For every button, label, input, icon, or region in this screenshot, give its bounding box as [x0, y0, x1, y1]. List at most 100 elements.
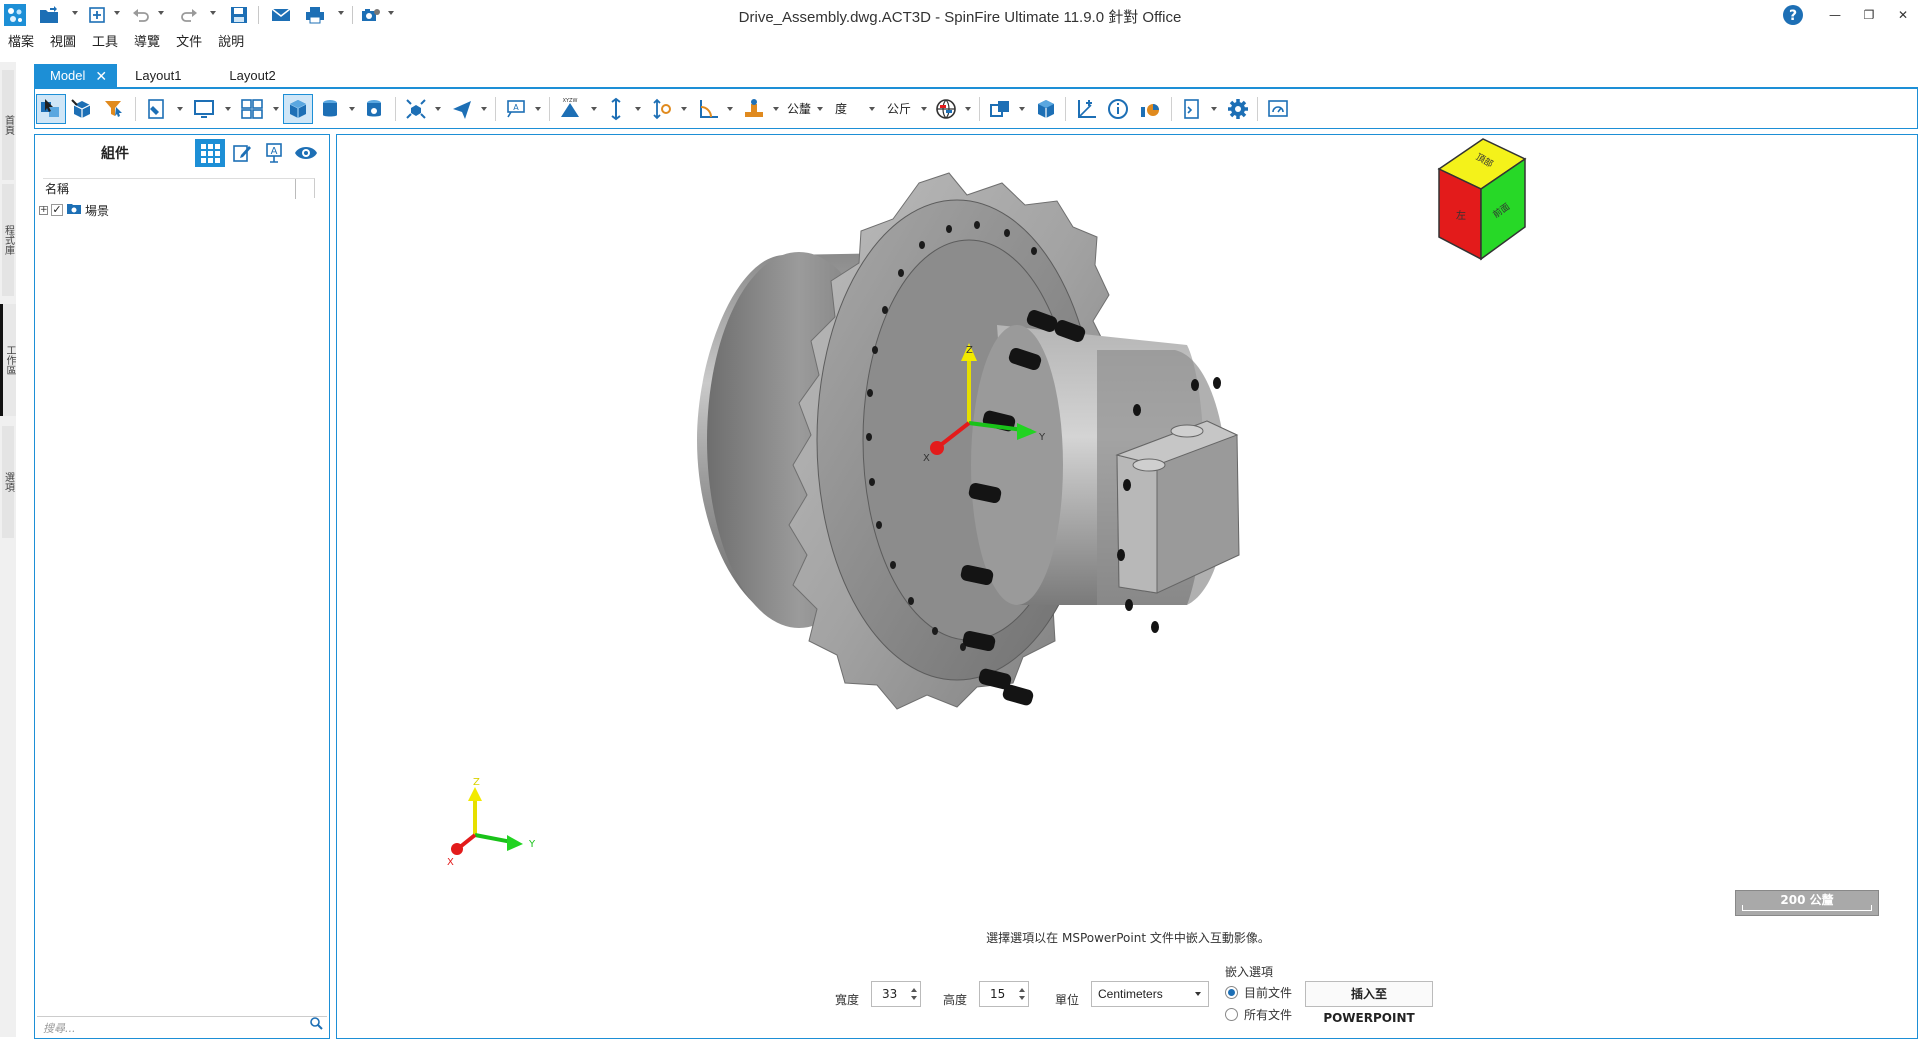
redo-icon[interactable] [176, 3, 202, 27]
coordinate-icon[interactable] [1071, 94, 1101, 124]
settings-cylinder-icon[interactable] [359, 94, 389, 124]
grid-view-icon[interactable] [195, 139, 225, 167]
camera-settings-icon[interactable] [358, 3, 384, 27]
radio-all-documents[interactable]: 所有文件 [1225, 1005, 1292, 1023]
column-resize-handle[interactable] [295, 179, 296, 199]
settings-gear-icon[interactable] [1223, 94, 1253, 124]
redo-dropdown-icon[interactable] [210, 11, 216, 15]
new-dropdown-icon[interactable] [114, 11, 120, 15]
tab-layout1[interactable]: Layout1 [117, 64, 205, 88]
annotation-dropdown-icon[interactable] [535, 107, 541, 111]
compare-icon[interactable] [985, 94, 1015, 124]
script-icon[interactable] [1177, 94, 1207, 124]
model-render[interactable]: Z Y X 頂部 左 前面 Z Y X [337, 135, 1918, 1039]
height-stepper[interactable]: 15 [979, 981, 1029, 1007]
angle-unit-dropdown-icon[interactable] [869, 107, 875, 111]
save-icon[interactable] [226, 3, 252, 27]
section-dropdown-icon[interactable] [591, 107, 597, 111]
search-icon[interactable] [309, 1016, 323, 1034]
side-tab-options[interactable]: 選項 [2, 426, 14, 538]
width-increment-icon[interactable] [911, 988, 917, 992]
column-header-name[interactable]: 名稱 [43, 178, 315, 199]
new-file-icon[interactable] [84, 3, 110, 27]
info-icon[interactable] [1103, 94, 1133, 124]
height-increment-icon[interactable] [1019, 988, 1025, 992]
undo-dropdown-icon[interactable] [158, 11, 164, 15]
measure-distance-icon[interactable] [601, 94, 631, 124]
menu-help[interactable]: 說明 [210, 32, 252, 54]
menu-file[interactable]: 檔案 [0, 32, 42, 54]
visibility-checkbox[interactable]: ✓ [51, 204, 63, 216]
part-select-icon[interactable] [67, 94, 97, 124]
dashboard-icon[interactable] [1263, 94, 1293, 124]
viewports-icon[interactable] [237, 94, 267, 124]
paint-icon[interactable] [141, 94, 171, 124]
tab-model[interactable]: Model ✕ [34, 64, 118, 88]
select-mode-icon[interactable] [36, 94, 66, 124]
angle-unit-label[interactable]: 度 [835, 100, 847, 117]
menu-tools[interactable]: 工具 [84, 32, 126, 54]
script-dropdown-icon[interactable] [1211, 107, 1217, 111]
minimize-button[interactable]: — [1820, 4, 1850, 26]
edit-icon[interactable] [227, 139, 257, 167]
unit-select[interactable]: Centimeters [1091, 981, 1209, 1007]
width-decrement-icon[interactable] [911, 996, 917, 1000]
cylinder-dropdown-icon[interactable] [349, 107, 355, 111]
explode-dropdown-icon[interactable] [435, 107, 441, 111]
open-dropdown-icon[interactable] [72, 11, 78, 15]
paint-dropdown-icon[interactable] [177, 107, 183, 111]
viewports-dropdown-icon[interactable] [273, 107, 279, 111]
package-icon[interactable] [1031, 94, 1061, 124]
insert-powerpoint-button[interactable]: 插入至 POWERPOINT [1305, 981, 1433, 1025]
compare-dropdown-icon[interactable] [1019, 107, 1025, 111]
view-cube[interactable]: 頂部 左 前面 [1437, 138, 1527, 261]
cylinder-icon[interactable] [315, 94, 345, 124]
tab-layout2[interactable]: Layout2 [205, 64, 293, 88]
measure-point-dropdown-icon[interactable] [681, 107, 687, 111]
close-icon[interactable]: ✕ [95, 64, 107, 88]
side-tab-workspace[interactable]: 工作區 [0, 304, 16, 416]
flythrough-dropdown-icon[interactable] [481, 107, 487, 111]
measure-dropdown-icon[interactable] [635, 107, 641, 111]
mass-unit-label[interactable]: 公斤 [887, 100, 911, 117]
radio-current-document[interactable]: 目前文件 [1225, 983, 1292, 1001]
tree-item-scene[interactable]: + ✓ 場景 [39, 201, 109, 219]
side-tab-library[interactable]: 程式庫 [2, 184, 14, 296]
mass-properties-icon[interactable] [739, 94, 769, 124]
globe-unit-icon[interactable] [931, 94, 961, 124]
length-unit-dropdown-icon[interactable] [817, 107, 823, 111]
view-cube-front-label[interactable]: 左 [1456, 209, 1466, 222]
3d-viewport[interactable]: Z Y X 頂部 左 前面 Z Y X 200 公釐 選擇選項以在 MSPowe… [336, 134, 1918, 1039]
mass-unit-dropdown-icon[interactable] [921, 107, 927, 111]
print-icon[interactable] [302, 3, 328, 27]
camera-dropdown-icon[interactable] [388, 11, 394, 15]
display-mode-icon[interactable] [189, 94, 219, 124]
restore-button[interactable]: ❐ [1854, 4, 1884, 26]
close-button[interactable]: ✕ [1888, 4, 1918, 26]
side-tab-home[interactable]: 首頁 [2, 70, 14, 180]
menu-navigate[interactable]: 導覽 [126, 32, 168, 54]
chevron-down-icon[interactable] [1195, 992, 1201, 996]
explode-icon[interactable] [401, 94, 431, 124]
annotation-icon[interactable]: A [501, 94, 531, 124]
measure-angle-icon[interactable] [693, 94, 723, 124]
shaded-view-icon[interactable] [283, 94, 313, 124]
radio-dot[interactable] [1225, 1007, 1238, 1021]
length-unit-label[interactable]: 公釐 [787, 100, 811, 117]
expand-icon[interactable]: + [39, 205, 48, 215]
open-folder-icon[interactable] [36, 3, 62, 27]
radio-dot[interactable] [1225, 985, 1238, 999]
print-dropdown-icon[interactable] [338, 11, 344, 15]
mass-dropdown-icon[interactable] [773, 107, 779, 111]
statistics-icon[interactable] [1135, 94, 1165, 124]
email-icon[interactable] [268, 3, 294, 27]
width-stepper[interactable]: 33 [871, 981, 921, 1007]
search-input[interactable]: 搜尋... [37, 1016, 327, 1036]
help-icon[interactable]: ? [1778, 4, 1808, 26]
measure-point-icon[interactable] [647, 94, 677, 124]
display-dropdown-icon[interactable] [225, 107, 231, 111]
annotation-view-icon[interactable]: A [259, 139, 289, 167]
filter-select-icon[interactable] [99, 94, 129, 124]
globe-dropdown-icon[interactable] [965, 107, 971, 111]
app-logo-icon[interactable] [2, 3, 28, 27]
